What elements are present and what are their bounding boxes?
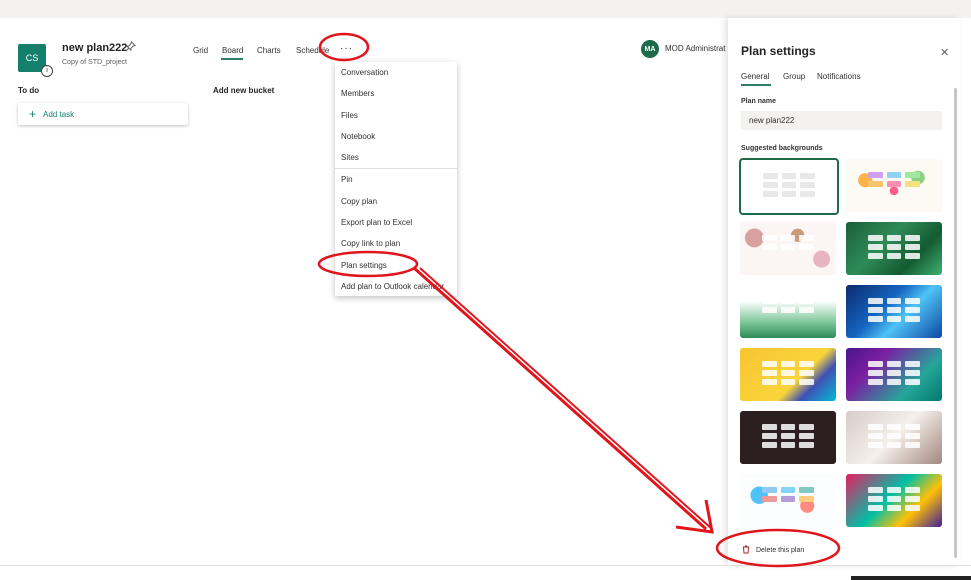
tab-board[interactable]: Board: [222, 46, 243, 55]
tab-notifications[interactable]: Notifications: [817, 72, 861, 81]
menu-item-files[interactable]: Files: [335, 105, 457, 126]
background-tile-jungle[interactable]: [846, 222, 942, 275]
plan-name-input[interactable]: [741, 111, 942, 130]
plan-title: new plan222: [62, 42, 128, 54]
background-tile-yellow[interactable]: [740, 348, 836, 401]
active-tab-indicator: [221, 58, 243, 60]
background-tile-splash[interactable]: [740, 474, 836, 527]
plan-settings-panel: Plan settings ✕ General Group Notificati…: [728, 18, 960, 565]
add-task-label: Add task: [43, 109, 75, 119]
add-task-button[interactable]: + Add task: [18, 103, 188, 125]
tab-general[interactable]: General: [741, 72, 769, 81]
menu-item-pin[interactable]: Pin: [335, 169, 457, 190]
background-tile-sand[interactable]: [846, 411, 942, 464]
menu-item-members[interactable]: Members: [335, 83, 457, 104]
top-strip: [0, 0, 971, 18]
plan-subtitle: Copy of STD_project: [62, 59, 127, 66]
delete-plan-label: Delete this plan: [756, 547, 805, 554]
background-tile-blue-shards[interactable]: [846, 285, 942, 338]
pin-icon[interactable]: [125, 41, 136, 55]
add-bucket-link[interactable]: Add new bucket: [213, 86, 274, 95]
panel-title: Plan settings: [741, 44, 816, 58]
plus-icon: +: [29, 107, 37, 121]
bottom-corner-block: [851, 576, 971, 580]
bottom-divider: [0, 565, 971, 566]
menu-item-notebook[interactable]: Notebook: [335, 126, 457, 147]
background-tile-blank[interactable]: [739, 158, 839, 215]
backgrounds-label: Suggested backgrounds: [741, 145, 823, 152]
owner-avatar[interactable]: MA: [641, 40, 659, 58]
background-tile-purple-teal[interactable]: [846, 348, 942, 401]
menu-item-export-excel[interactable]: Export plan to Excel: [335, 212, 457, 233]
menu-item-copy-plan[interactable]: Copy plan: [335, 191, 457, 212]
menu-item-sites[interactable]: Sites: [335, 147, 457, 168]
background-tile-petals[interactable]: [740, 222, 836, 275]
plan-name-label: Plan name: [741, 98, 777, 105]
background-tile-pixels[interactable]: [740, 285, 836, 338]
delete-plan-button[interactable]: Delete this plan: [742, 545, 804, 556]
trash-icon: [742, 545, 750, 556]
more-menu: Conversation Members Files Notebook Site…: [335, 62, 457, 296]
background-tile-confetti[interactable]: [846, 159, 942, 212]
panel-scrollbar[interactable]: [954, 88, 957, 558]
info-icon[interactable]: i: [41, 65, 53, 77]
menu-item-conversation[interactable]: Conversation: [335, 62, 457, 83]
tab-schedule[interactable]: Schedule: [296, 46, 331, 55]
tab-grid[interactable]: Grid: [193, 46, 208, 55]
owner-name: MOD Administrat: [665, 44, 726, 53]
menu-item-plan-settings[interactable]: Plan settings: [335, 255, 457, 276]
menu-item-add-outlook[interactable]: Add plan to Outlook calendar: [335, 276, 457, 297]
tab-group[interactable]: Group: [783, 72, 805, 81]
more-icon[interactable]: ···: [340, 43, 353, 54]
active-panel-tab-indicator: [741, 84, 771, 86]
close-icon[interactable]: ✕: [940, 46, 949, 59]
background-tile-dark[interactable]: [740, 411, 836, 464]
background-tile-colorful[interactable]: [846, 474, 942, 527]
tab-charts[interactable]: Charts: [257, 46, 281, 55]
bucket-todo-title: To do: [18, 86, 40, 95]
menu-item-copy-link[interactable]: Copy link to plan: [335, 233, 457, 254]
